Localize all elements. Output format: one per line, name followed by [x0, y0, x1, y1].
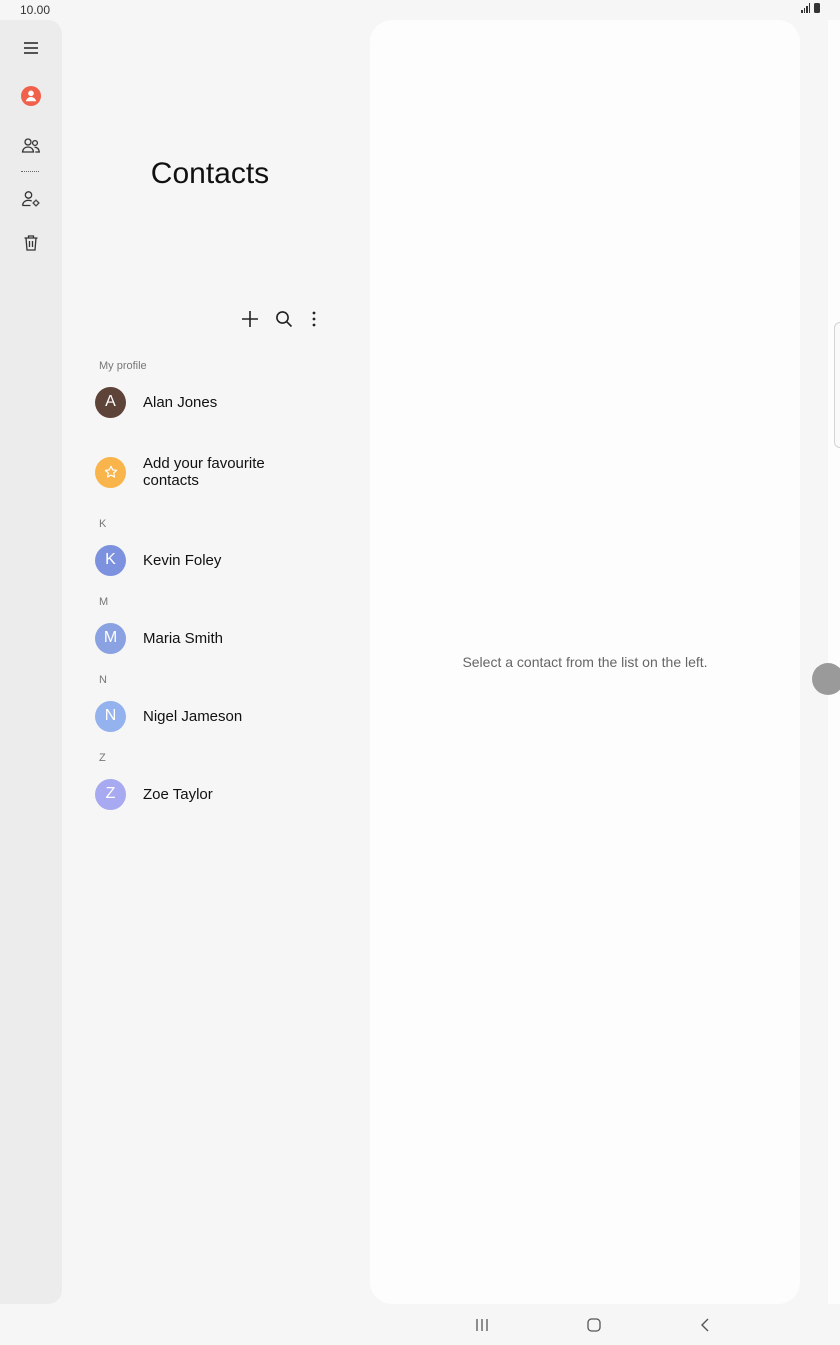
signal-icon — [801, 3, 810, 13]
avatar: Z — [95, 778, 126, 810]
avatar: K — [95, 544, 126, 576]
edge-panel-strip — [828, 20, 840, 1304]
profile-row[interactable]: A Alan Jones — [95, 382, 355, 422]
contact-detail-pane: Select a contact from the list on the le… — [370, 20, 800, 1304]
trash-icon[interactable] — [17, 229, 45, 257]
section-letter-k: K — [99, 518, 107, 530]
contact-list-pane: Contacts My profile A Alan Jones Add you… — [62, 20, 362, 1304]
contact-name: Maria Smith — [143, 629, 224, 647]
contact-row[interactable]: K Kevin Foley — [95, 540, 355, 580]
edit-fab-icon[interactable] — [812, 663, 840, 695]
add-favourites-row[interactable]: Add your favourite contacts — [95, 452, 355, 492]
contact-name: Kevin Foley — [143, 551, 222, 569]
section-letter-n: N — [99, 674, 107, 686]
edge-panel-handle[interactable] — [834, 322, 840, 448]
back-icon[interactable] — [692, 1312, 718, 1338]
recents-icon[interactable] — [469, 1312, 495, 1338]
profile-name: Alan Jones — [143, 393, 218, 411]
favourites-avatar — [95, 456, 126, 488]
rail-divider — [21, 171, 39, 172]
home-icon[interactable] — [581, 1312, 607, 1338]
search-icon[interactable] — [271, 306, 297, 332]
avatar: N — [95, 700, 126, 732]
star-icon — [104, 465, 117, 478]
status-time: 10.00 — [20, 3, 51, 17]
section-letter-m: M — [99, 596, 109, 608]
avatar: A — [95, 386, 126, 418]
navigation-rail — [0, 20, 62, 1304]
contact-row[interactable]: Z Zoe Taylor — [95, 774, 355, 814]
page-title: Contacts — [150, 157, 270, 190]
navigation-bar — [0, 1304, 840, 1345]
my-profile-label: My profile — [99, 360, 147, 372]
contact-name: Zoe Taylor — [143, 785, 213, 803]
plus-icon[interactable] — [237, 306, 263, 332]
status-bar: 10.00 — [0, 0, 840, 20]
battery-icon — [814, 3, 820, 13]
section-letter-z: Z — [99, 752, 106, 764]
add-favourites-text: Add your favourite contacts — [143, 455, 265, 489]
manage-contacts-icon[interactable] — [17, 185, 45, 213]
contact-row[interactable]: M Maria Smith — [95, 618, 355, 658]
empty-detail-message: Select a contact from the list on the le… — [462, 654, 708, 670]
more-vert-icon[interactable] — [301, 306, 327, 332]
avatar: M — [95, 622, 126, 654]
contact-row[interactable]: N Nigel Jameson — [95, 696, 355, 736]
profile-icon[interactable] — [17, 82, 45, 110]
menu-icon[interactable] — [17, 34, 45, 62]
groups-icon[interactable] — [17, 132, 45, 160]
contact-name: Nigel Jameson — [143, 707, 243, 725]
